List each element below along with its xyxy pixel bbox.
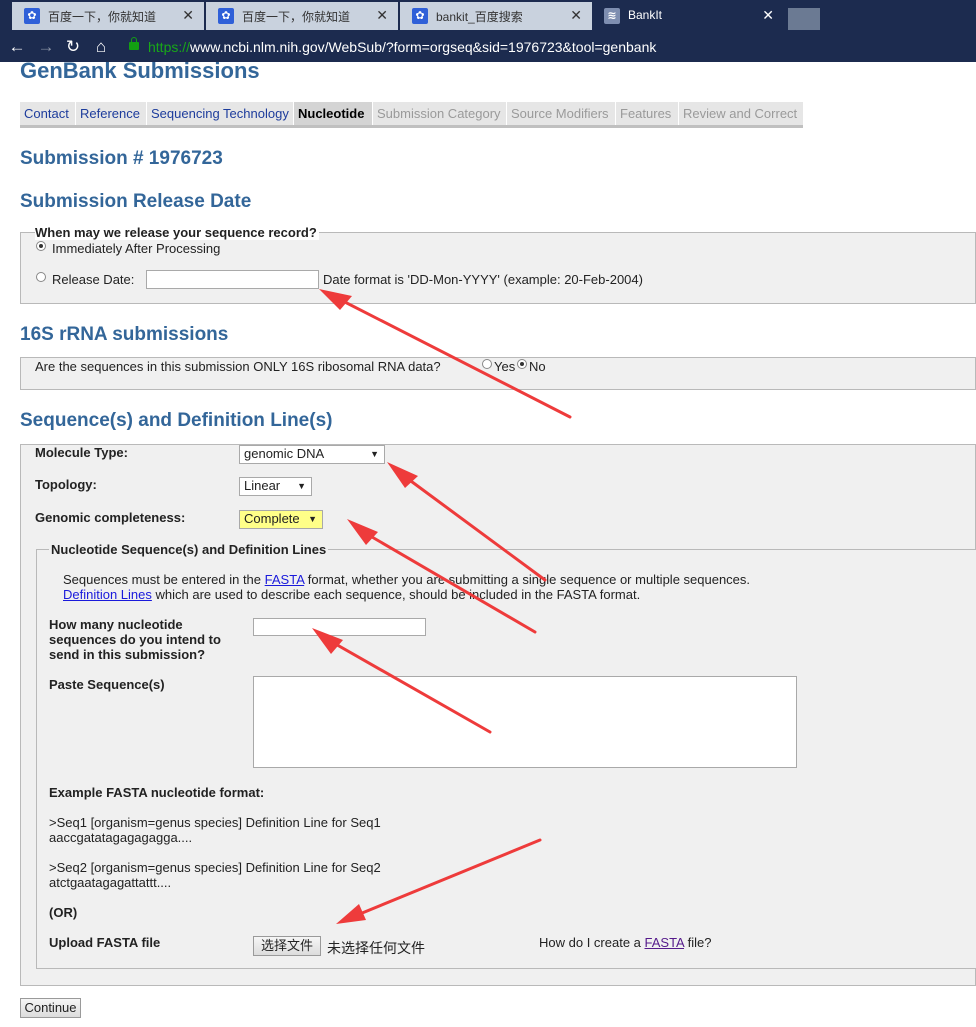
- paw-icon: ✿: [218, 8, 234, 24]
- fasta-info-line2: Definition Lines which are used to descr…: [63, 587, 641, 602]
- new-tab-button[interactable]: [788, 8, 820, 30]
- browser-tab-title: bankit_百度搜索: [436, 10, 523, 24]
- molecule-type-select[interactable]: genomic DNA ▼: [239, 445, 385, 464]
- example-seq2-sequence: atctgaatagagattattt....: [49, 875, 172, 890]
- radio-release-date[interactable]: [36, 272, 46, 282]
- browser-tab-3[interactable]: ✿ bankit_百度搜索 ✕: [400, 2, 592, 30]
- browser-tab-2[interactable]: ✿ 百度一下，你就知道 ✕: [206, 2, 398, 30]
- browser-tab-strip: ✿ 百度一下，你就知道 ✕ ✿ 百度一下，你就知道 ✕ ✿ bankit_百度搜…: [0, 0, 976, 32]
- close-icon[interactable]: ✕: [762, 7, 774, 24]
- label-immediately: Immediately After Processing: [52, 241, 221, 256]
- continue-button[interactable]: Continue: [20, 998, 81, 1018]
- browser-tab-title: 百度一下，你就知道: [48, 10, 157, 24]
- browser-tab-4[interactable]: ≋ BankIt ✕: [592, 2, 784, 30]
- bankit-icon: ≋: [604, 8, 620, 24]
- radio-immediately[interactable]: [36, 241, 46, 251]
- label-rrna-no: No: [529, 359, 546, 374]
- or-label: (OR): [49, 905, 78, 920]
- fasta-info-line1: Sequences must be entered in the FASTA f…: [63, 572, 751, 587]
- howto-fasta-text: How do I create a FASTA file?: [539, 935, 712, 950]
- browser-tab-1[interactable]: ✿ 百度一下，你就知道 ✕: [12, 2, 204, 30]
- release-date-input[interactable]: [146, 270, 319, 289]
- step-features: Features: [616, 102, 678, 125]
- sequence-count-label-1: How many nucleotide: [49, 617, 183, 632]
- radio-rrna-yes[interactable]: [482, 359, 492, 369]
- upload-fasta-label: Upload FASTA file: [49, 935, 161, 950]
- radio-rrna-no[interactable]: [517, 359, 527, 369]
- home-icon[interactable]: ⌂: [90, 36, 112, 58]
- rrna-question: Are the sequences in this submission ONL…: [35, 359, 441, 374]
- example-fasta-heading: Example FASTA nucleotide format:: [49, 785, 265, 800]
- paw-icon: ✿: [24, 8, 40, 24]
- step-review-and-correct: Review and Correct: [679, 102, 803, 125]
- browser-tab-title: 百度一下，你就知道: [242, 10, 351, 24]
- page-title: GenBank Submissions: [20, 58, 260, 83]
- choose-file-button[interactable]: 选择文件: [253, 936, 321, 956]
- back-arrow-icon[interactable]: ←: [6, 36, 28, 58]
- release-date-heading: Submission Release Date: [20, 191, 252, 212]
- wizard-steps: Contact Reference Sequencing Technology …: [20, 102, 803, 128]
- definition-lines-link[interactable]: Definition Lines: [63, 587, 152, 602]
- dropdown-arrow-icon: ▼: [370, 449, 379, 459]
- label-release-date: Release Date:: [52, 272, 135, 287]
- genomic-completeness-select[interactable]: Complete ▼: [239, 510, 323, 529]
- paw-icon: ✿: [412, 8, 428, 24]
- step-submission-category: Submission Category: [373, 102, 506, 125]
- label-rrna-yes: Yes: [494, 359, 516, 374]
- step-sequencing-technology[interactable]: Sequencing Technology: [147, 102, 293, 125]
- sequence-heading: Sequence(s) and Definition Line(s): [20, 410, 333, 431]
- paste-sequence-textarea[interactable]: [253, 676, 797, 768]
- lock-icon: [129, 37, 139, 50]
- rrna-heading: 16S rRNA submissions: [20, 324, 229, 345]
- close-icon[interactable]: ✕: [376, 7, 388, 24]
- sequence-count-label-2: sequences do you intend to: [49, 632, 221, 647]
- topology-label: Topology:: [35, 477, 97, 492]
- close-icon[interactable]: ✕: [570, 7, 582, 24]
- example-seq1-defline: >Seq1 [organism=genus species] Definitio…: [49, 815, 381, 830]
- step-source-modifiers: Source Modifiers: [507, 102, 615, 125]
- nucleotide-fieldset-title: Nucleotide Sequence(s) and Definition Li…: [49, 542, 329, 557]
- molecule-type-label: Molecule Type:: [35, 445, 128, 460]
- sequence-count-input[interactable]: [253, 618, 426, 636]
- step-reference[interactable]: Reference: [76, 102, 146, 125]
- no-file-chosen-text: 未选择任何文件: [327, 940, 425, 956]
- paste-sequence-label: Paste Sequence(s): [49, 677, 165, 692]
- step-nucleotide: Nucleotide: [294, 102, 372, 125]
- submission-number: Submission # 1976723: [20, 148, 223, 169]
- example-seq2-defline: >Seq2 [organism=genus species] Definitio…: [49, 860, 381, 875]
- date-format-hint: Date format is 'DD-Mon-YYYY' (example: 2…: [323, 272, 643, 287]
- howto-fasta-link[interactable]: FASTA: [645, 935, 685, 950]
- dropdown-arrow-icon: ▼: [297, 481, 306, 491]
- close-icon[interactable]: ✕: [182, 7, 194, 24]
- topology-select[interactable]: Linear ▼: [239, 477, 312, 496]
- address-bar[interactable]: https://www.ncbi.nlm.nih.gov/WebSub/?for…: [148, 39, 656, 55]
- dropdown-arrow-icon: ▼: [308, 514, 317, 524]
- release-question: When may we release your sequence record…: [35, 225, 319, 240]
- browser-tab-title: BankIt: [628, 8, 663, 22]
- genomic-completeness-label: Genomic completeness:: [35, 510, 186, 525]
- sequence-count-label-3: send in this submission?: [49, 647, 206, 662]
- reload-icon[interactable]: ↻: [62, 36, 84, 58]
- example-seq1-sequence: aaccgatatagagagagga....: [49, 830, 193, 845]
- step-contact[interactable]: Contact: [20, 102, 75, 125]
- forward-arrow-icon[interactable]: →: [35, 36, 57, 58]
- fasta-link[interactable]: FASTA: [265, 572, 305, 587]
